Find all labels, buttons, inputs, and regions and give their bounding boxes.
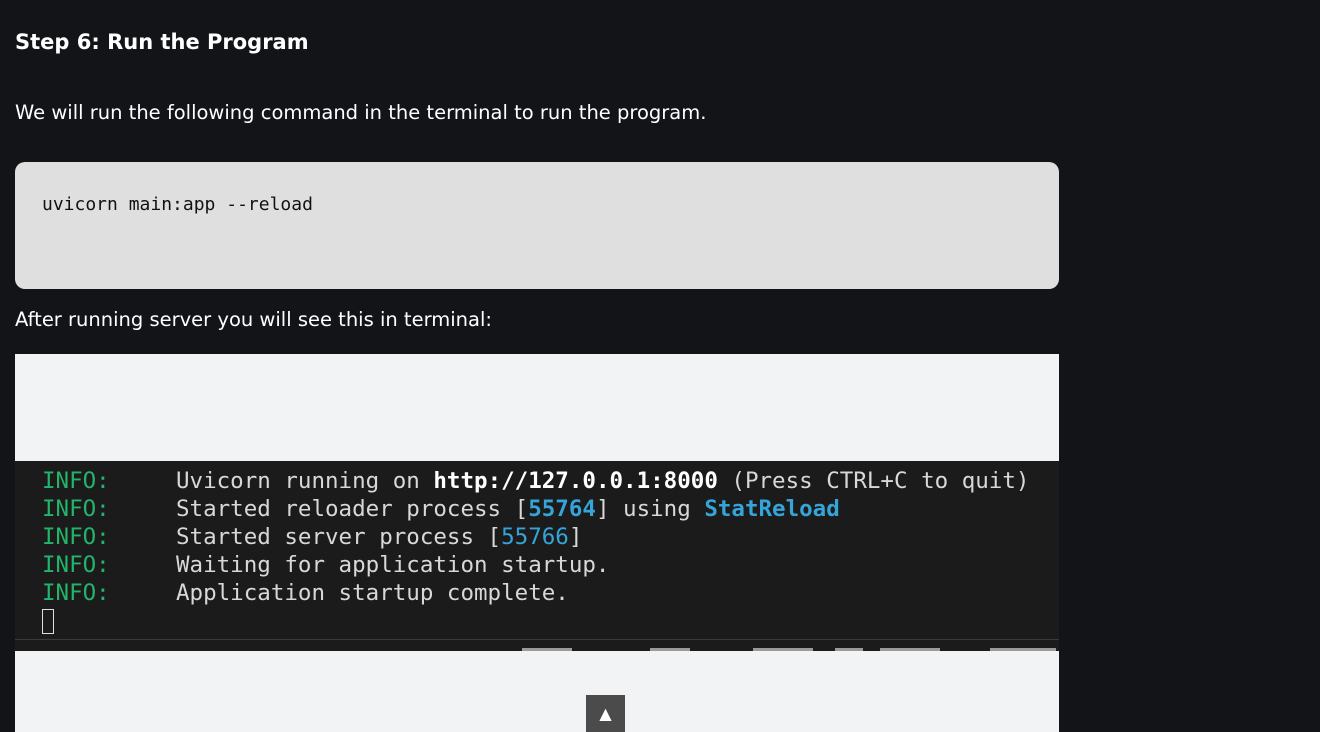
clipped-line-top — [15, 461, 1059, 464]
terminal-line: INFO: Application startup complete. — [42, 579, 1029, 607]
log-message: Started server process [55766] — [176, 523, 582, 551]
log-segment: 55764 — [528, 496, 596, 522]
log-level: INFO: — [42, 552, 110, 578]
code-command[interactable]: uvicorn main:app --reload — [42, 194, 313, 215]
terminal-prompt-line — [42, 607, 1029, 635]
log-level: INFO: — [42, 580, 110, 606]
scroll-to-top-button[interactable]: ▲ — [586, 695, 625, 732]
terminal-cursor — [42, 609, 54, 634]
terminal-line: INFO: Started server process [55766] — [42, 523, 1029, 551]
log-message: Waiting for application startup. — [176, 551, 609, 579]
terminal-line: INFO: Started reloader process [55764] us… — [42, 495, 1029, 523]
terminal-output: INFO: Uvicorn running on http://127.0.0.1… — [42, 467, 1029, 635]
log-segment: ] — [568, 524, 583, 550]
log-message: Uvicorn running on http://127.0.0.1:8000… — [176, 467, 1029, 495]
log-segment: Started reloader process [ — [176, 496, 529, 522]
log-segment: 55766 — [501, 524, 569, 550]
terminal-screenshot-frame: INFO: Uvicorn running on http://127.0.0.1… — [15, 354, 1059, 732]
log-segment: Application startup complete. — [176, 580, 569, 606]
code-block[interactable]: uvicorn main:app --reload — [15, 162, 1059, 289]
log-segment: ] using — [595, 496, 705, 522]
terminal-line: INFO: Uvicorn running on http://127.0.0.1… — [42, 467, 1029, 495]
terminal-screenshot: INFO: Uvicorn running on http://127.0.0.1… — [15, 461, 1059, 651]
step-title: Step 6: Run the Program — [15, 30, 309, 54]
intro-paragraph: We will run the following command in the… — [15, 101, 707, 124]
terminal-status-bar — [15, 639, 1059, 651]
after-paragraph: After running server you will see this i… — [15, 308, 492, 331]
log-message: Application startup complete. — [176, 579, 569, 607]
log-segment: StatReload — [704, 496, 840, 522]
log-segment: http://127.0.0.1:8000 — [433, 468, 718, 494]
terminal-line: INFO: Waiting for application startup. — [42, 551, 1029, 579]
log-segment: (Press CTRL+C to quit) — [717, 468, 1030, 494]
log-segment: Waiting for application startup. — [176, 552, 610, 578]
log-message: Started reloader process [55764] using S… — [176, 495, 840, 523]
log-segment: Uvicorn running on — [176, 468, 434, 494]
log-level: INFO: — [42, 524, 110, 550]
arrow-up-icon: ▲ — [599, 704, 612, 723]
log-level: INFO: — [42, 468, 110, 494]
log-level: INFO: — [42, 496, 110, 522]
log-segment: Started server process [ — [176, 524, 502, 550]
